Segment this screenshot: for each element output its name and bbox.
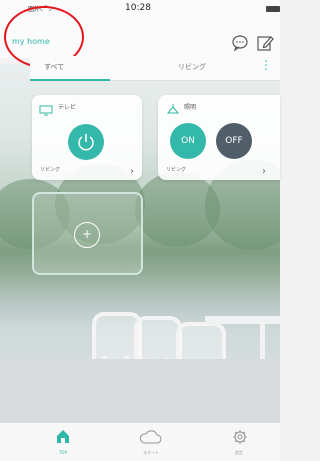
tab-all[interactable]: すべて: [44, 62, 64, 72]
bottom-navigation: TOP スマート 設定: [0, 422, 280, 461]
device-card-light[interactable]: 照明 ON OFF リビング ›: [158, 95, 280, 180]
power-button[interactable]: [68, 124, 104, 160]
on-button[interactable]: ON: [170, 123, 206, 159]
battery-icon: [266, 6, 280, 12]
nav-item-smart[interactable]: スマート: [130, 429, 172, 457]
device-room: リビング: [166, 167, 187, 173]
edit-icon[interactable]: [256, 34, 274, 52]
nav-label: TOP: [58, 450, 67, 455]
room-tabs: すべて リビング ⋮: [30, 56, 280, 81]
cloud-icon: [139, 429, 163, 449]
chevron-right-icon[interactable]: ›: [130, 166, 134, 177]
light-icon: [166, 100, 180, 119]
gear-icon: [232, 429, 248, 449]
nav-item-top[interactable]: TOP: [42, 429, 84, 457]
tv-icon: [39, 101, 53, 120]
plus-icon[interactable]: +: [74, 222, 100, 248]
more-options-icon[interactable]: ⋮: [260, 58, 272, 72]
device-room: リビング: [40, 167, 61, 173]
device-name: テレビ: [58, 104, 77, 111]
nav-label: 設定: [235, 450, 243, 455]
tab-living[interactable]: リビング: [178, 62, 206, 72]
active-tab-indicator: [30, 79, 110, 81]
device-name: 照明: [184, 104, 197, 111]
time-label: 10:28: [125, 3, 151, 13]
off-button[interactable]: OFF: [216, 123, 252, 159]
home-icon: [56, 429, 70, 448]
add-device-card[interactable]: +: [32, 192, 143, 275]
nav-item-settings[interactable]: 設定: [218, 429, 260, 457]
nav-label: スマート: [143, 450, 159, 455]
chat-bubble-icon[interactable]: [231, 34, 249, 52]
chevron-right-icon[interactable]: ›: [262, 166, 266, 177]
device-card-tv[interactable]: テレビ リビング ›: [32, 95, 142, 180]
